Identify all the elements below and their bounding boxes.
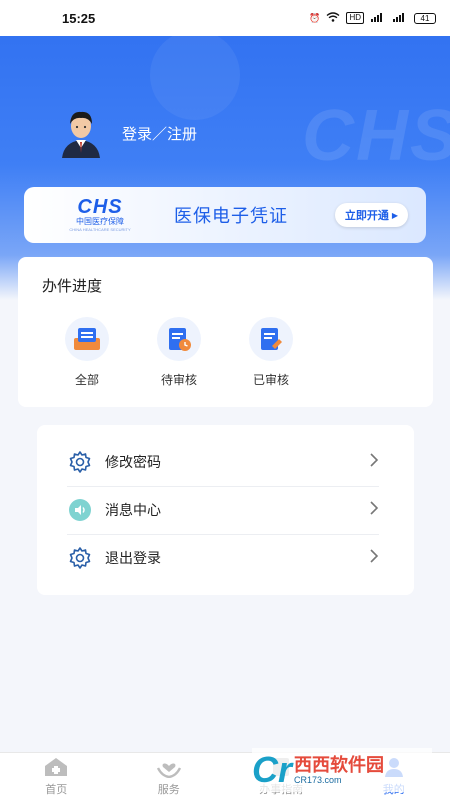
progress-title: 办件进度 — [42, 278, 103, 295]
settings-card: 修改密码 消息中心 退出登录 — [37, 425, 414, 595]
chs-logo-cn: 中国医疗保障 — [76, 217, 124, 226]
progress-item-reviewed[interactable]: 已审核 — [236, 317, 306, 388]
heart-hands-icon — [156, 756, 182, 778]
logout-row[interactable]: 退出登录 — [67, 534, 379, 582]
progress-item-label: 待审核 — [160, 373, 197, 387]
avatar[interactable] — [58, 108, 104, 158]
speaker-icon — [67, 497, 93, 523]
watermark-logo-icon: Cr — [252, 749, 293, 790]
activate-now-button[interactable]: 立即开通 ▶ — [334, 203, 408, 227]
hd-icon: HD — [346, 12, 364, 24]
logout-label: 退出登录 — [105, 550, 161, 566]
activate-now-label: 立即开通 — [344, 210, 389, 222]
tab-services[interactable]: 服务 — [113, 753, 226, 800]
all-docs-icon — [65, 317, 109, 361]
chevron-right-icon — [369, 548, 379, 568]
chs-logo-text: CHS — [77, 196, 123, 218]
tab-label: 首页 — [45, 784, 68, 796]
chevron-right-icon — [369, 500, 379, 520]
watermark-site: CR173.com — [294, 775, 342, 785]
chs-logo-en: CHINA HEALTHCARE SECURITY — [69, 227, 131, 232]
login-register-link[interactable]: 登录／注册 — [122, 123, 197, 144]
gear-icon — [67, 545, 93, 571]
gear-icon — [67, 449, 93, 475]
message-center-row[interactable]: 消息中心 — [67, 486, 379, 534]
signal-icon-2 — [392, 12, 408, 24]
progress-item-label: 全部 — [74, 373, 99, 387]
tab-label: 服务 — [157, 784, 180, 796]
decorative-circle — [150, 30, 240, 120]
tab-home[interactable]: 首页 — [0, 753, 113, 800]
change-password-label: 修改密码 — [105, 454, 161, 470]
reviewed-icon — [249, 317, 293, 361]
profile-section[interactable]: 登录／注册 — [58, 108, 197, 158]
message-center-label: 消息中心 — [105, 502, 161, 518]
header-watermark-logo: CHS — [301, 96, 450, 176]
progress-item-pending[interactable]: 待审核 — [144, 317, 214, 388]
chevron-right-icon — [369, 452, 379, 472]
progress-item-all[interactable]: 全部 — [52, 317, 122, 388]
play-arrow-icon: ▶ — [391, 210, 398, 220]
medical-insurance-banner[interactable]: CHS 中国医疗保障 CHINA HEALTHCARE SECURITY 医保电… — [24, 187, 426, 243]
home-icon — [43, 756, 69, 778]
watermark-brand: 西西软件园 — [294, 755, 385, 775]
change-password-row[interactable]: 修改密码 — [67, 438, 379, 486]
status-bar: 15:25 ⏰ HD 41 — [0, 0, 450, 36]
battery-icon: 41 — [414, 12, 436, 24]
chs-logo: CHS 中国医疗保障 CHINA HEALTHCARE SECURITY — [50, 193, 150, 237]
pending-review-icon — [157, 317, 201, 361]
status-time: 15:25 — [62, 10, 96, 26]
site-watermark: Cr 西西软件园 CR173.com — [252, 748, 432, 792]
progress-card: 办件进度 全部 待审核 已审核 — [18, 257, 433, 407]
wifi-icon — [326, 12, 340, 24]
banner-title: 医保电子凭证 — [174, 206, 288, 226]
progress-item-label: 已审核 — [252, 373, 289, 387]
alarm-icon: ⏰ — [309, 12, 321, 23]
signal-icon — [370, 12, 386, 24]
